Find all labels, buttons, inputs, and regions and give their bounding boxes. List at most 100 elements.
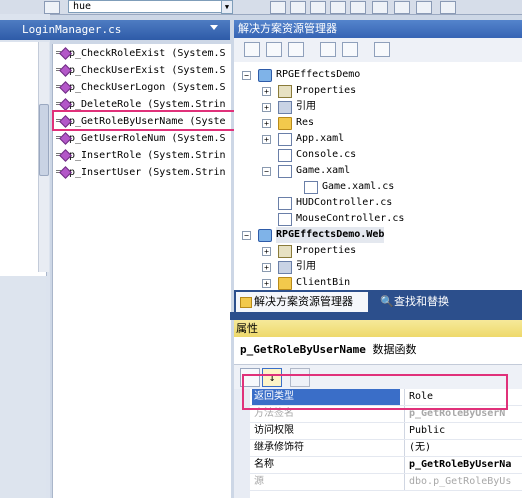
folder-icon — [278, 117, 292, 130]
method-icon — [55, 47, 69, 59]
open-folder-icon[interactable] — [44, 1, 60, 14]
highlight-box-property — [242, 374, 508, 410]
task-list-icon[interactable] — [416, 1, 432, 14]
object-type: 数据函数 — [372, 343, 417, 356]
member-label: p_InsertRole (System.Strin — [69, 150, 226, 161]
property-name: 继承修饰符 — [254, 442, 304, 453]
member-label: p_GetUserRoleNum (System.S — [69, 133, 226, 144]
file-tab[interactable]: LoginManager.cs — [0, 20, 230, 40]
property-row[interactable]: 继承修饰符 (无) — [234, 440, 522, 457]
property-name: 访问权限 — [254, 425, 294, 436]
tree-label: Game.xaml.cs — [322, 181, 395, 192]
property-value[interactable]: Public — [404, 423, 522, 439]
properties-object-selector[interactable]: p_GetRoleByUserName 数据函数 — [234, 337, 522, 365]
tab-solution-explorer[interactable]: 解决方案资源管理器 — [236, 292, 368, 312]
member-item[interactable]: p_InsertRole (System.Strin — [55, 148, 226, 164]
properties-title: 属性 — [234, 320, 522, 337]
tree-label: RPGEffectsDemo — [276, 69, 361, 80]
property-row[interactable]: 名称 p_GetRoleByUserNa — [234, 457, 522, 474]
find-icon[interactable] — [270, 1, 286, 14]
property-value[interactable]: (无) — [404, 440, 522, 456]
binoculars-icon: 🔍 — [380, 295, 394, 308]
method-icon — [55, 149, 69, 161]
solution-explorer-toolbar — [234, 38, 522, 63]
solution-explorer-title: 解决方案资源管理器 — [234, 20, 522, 38]
expand-icon[interactable]: + — [262, 279, 271, 288]
properties-folder-icon — [278, 85, 292, 98]
member-item[interactable]: p_CheckUserExist (System.S — [55, 63, 226, 79]
show-all-files-icon[interactable] — [266, 42, 282, 57]
method-icon — [55, 98, 69, 110]
member-label: p_CheckUserExist (System.S — [69, 65, 226, 76]
folder-icon — [278, 277, 292, 290]
tree-label: ClientBin — [296, 277, 351, 288]
tree-label: Game.xaml — [296, 165, 351, 176]
find-combo-dropdown[interactable]: ▼ — [221, 0, 233, 14]
method-icon — [55, 81, 69, 93]
property-name: 名称 — [254, 459, 274, 470]
member-item[interactable]: p_InsertUser (System.Strin — [55, 165, 226, 181]
property-row[interactable]: 访问权限 Public — [234, 423, 522, 440]
references-icon — [278, 261, 292, 274]
collapse-icon[interactable]: − — [242, 71, 251, 80]
view-code-icon[interactable] — [320, 42, 336, 57]
properties-icon[interactable] — [244, 42, 260, 57]
solution-explorer-tab-icon — [240, 297, 252, 308]
expand-icon[interactable]: + — [262, 119, 271, 128]
tab-label: 解决方案资源管理器 — [254, 295, 353, 308]
member-item[interactable]: p_CheckUserLogon (System.S — [55, 80, 226, 96]
file-tab-label: LoginManager.cs — [22, 23, 122, 36]
method-icon — [55, 64, 69, 76]
property-row[interactable]: 源 dbo.p_GetRoleByUs — [234, 474, 522, 491]
collapse-icon[interactable]: − — [242, 231, 251, 240]
window-splitter[interactable] — [230, 312, 522, 320]
object-name: p_GetRoleByUserName — [240, 343, 366, 356]
method-icon — [55, 166, 69, 178]
tree-label: Properties — [296, 85, 357, 96]
web-project-icon — [258, 229, 272, 242]
solution-tree: − RPGEffectsDemo + Properties + 引用 + Res… — [234, 62, 522, 290]
tab-label: 查找和替换 — [394, 295, 449, 308]
tree-label: Properties — [296, 245, 357, 256]
member-item[interactable]: p_CheckRoleExist (System.S — [55, 46, 226, 62]
class-diagram-icon[interactable] — [374, 42, 390, 57]
member-label: p_CheckRoleExist (System.S — [69, 48, 226, 59]
properties-window-icon[interactable] — [310, 1, 326, 14]
cs-file-icon — [278, 149, 292, 162]
expand-icon[interactable]: + — [262, 247, 271, 256]
properties-folder-icon — [278, 245, 292, 258]
property-value[interactable]: p_GetRoleByUserNa — [404, 457, 522, 473]
cs-file-icon — [304, 181, 318, 194]
editor-scrollbar-thumb[interactable] — [39, 104, 49, 176]
member-label: p_InsertUser (System.Strin — [69, 167, 226, 178]
find-combo-input[interactable]: hue — [68, 0, 226, 13]
expand-icon[interactable]: + — [262, 263, 271, 272]
chevron-down-icon[interactable] — [210, 25, 218, 30]
cs-file-icon — [278, 197, 292, 210]
tree-label: Res — [296, 117, 315, 128]
xaml-file-icon — [278, 165, 292, 178]
expand-icon[interactable]: + — [262, 103, 271, 112]
tree-label: Console.cs — [296, 149, 357, 160]
editor-lower-area — [0, 276, 46, 498]
expand-icon[interactable]: + — [262, 135, 271, 144]
expand-icon[interactable]: + — [262, 87, 271, 96]
error-list-icon[interactable] — [372, 1, 388, 14]
member-item[interactable]: p_GetUserRoleNum (System.S — [55, 131, 226, 147]
output-window-icon[interactable] — [394, 1, 410, 14]
xaml-file-icon — [278, 133, 292, 146]
property-value[interactable]: dbo.p_GetRoleByUs — [404, 474, 522, 490]
highlight-box-member — [52, 110, 254, 131]
tool-window-tabs: 解决方案资源管理器 🔍 查找和替换 — [234, 290, 522, 312]
member-label: p_DeleteRole (System.Strin — [69, 99, 226, 110]
start-page-icon[interactable] — [440, 1, 456, 14]
solution-explorer-icon[interactable] — [290, 1, 306, 14]
tab-find-replace[interactable]: 🔍 查找和替换 — [378, 292, 449, 312]
object-browser-icon[interactable] — [330, 1, 346, 14]
tree-label: App.xaml — [296, 133, 345, 144]
view-designer-icon[interactable] — [342, 42, 358, 57]
refresh-icon[interactable] — [288, 42, 304, 57]
method-icon — [55, 132, 69, 144]
collapse-icon[interactable]: − — [262, 167, 271, 176]
toolbox-icon[interactable] — [350, 1, 366, 14]
